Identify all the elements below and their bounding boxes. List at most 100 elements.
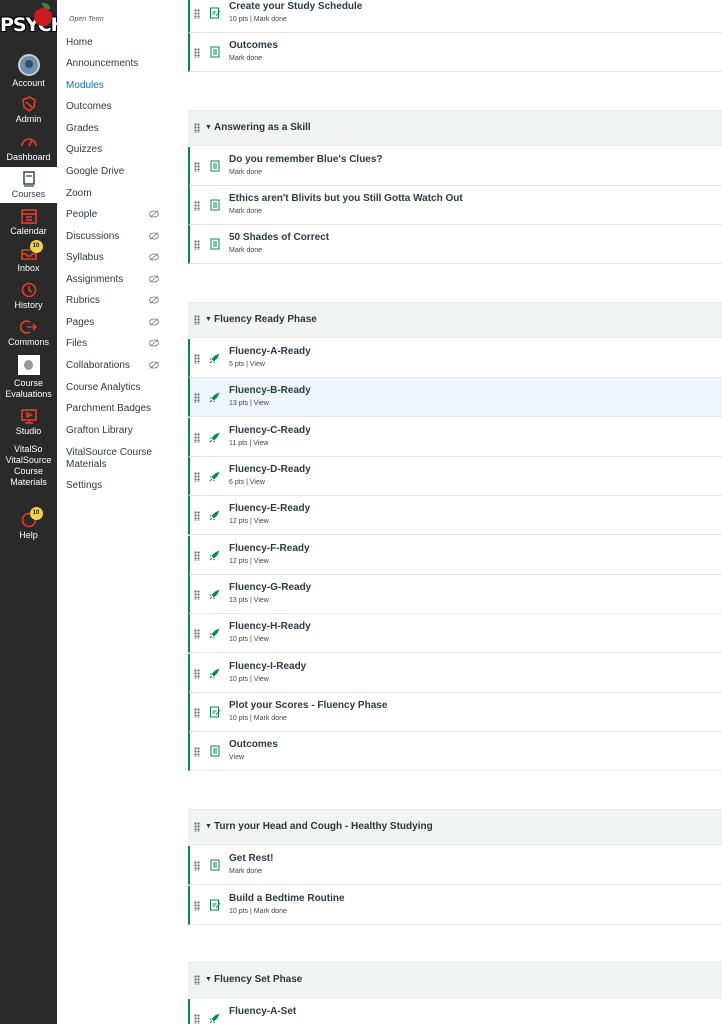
nav-dashboard[interactable]: Dashboard xyxy=(0,134,57,164)
course-nav-quizzes[interactable]: Quizzes xyxy=(66,144,166,156)
item-title[interactable]: Create your Study Schedule xyxy=(229,1,362,12)
course-nav-home[interactable]: Home xyxy=(66,37,166,49)
drag-handle-icon[interactable] xyxy=(194,511,200,521)
course-nav-google-drive[interactable]: Google Drive xyxy=(66,166,166,178)
drag-handle-icon[interactable] xyxy=(194,315,200,325)
drag-handle-icon[interactable] xyxy=(194,48,200,58)
drag-handle-icon[interactable] xyxy=(194,901,200,911)
module-item[interactable]: Create your Study Schedule 10 pts | Mark… xyxy=(188,0,722,33)
nav-courses[interactable]: Courses xyxy=(0,167,57,203)
course-nav-course-analytics[interactable]: Course Analytics xyxy=(66,382,166,394)
module-item[interactable]: Fluency-G-Ready 13 pts | View xyxy=(188,575,722,614)
module-item[interactable]: Outcomes View xyxy=(188,732,722,771)
collapse-caret-icon[interactable]: ▼ xyxy=(205,823,212,830)
drag-handle-icon[interactable] xyxy=(194,708,200,718)
course-nav-outcomes[interactable]: Outcomes xyxy=(66,101,166,113)
item-title[interactable]: Fluency-A-Ready xyxy=(229,346,311,357)
item-title[interactable]: Fluency-I-Ready xyxy=(229,661,306,672)
collapse-caret-icon[interactable]: ▼ xyxy=(205,976,212,983)
item-title[interactable]: Get Rest! xyxy=(229,853,273,864)
course-nav-modules[interactable]: Modules xyxy=(66,80,166,92)
module-header[interactable]: ▼ Fluency Ready Phase xyxy=(188,302,722,338)
drag-handle-icon[interactable] xyxy=(194,629,200,639)
module-header[interactable]: ▼ Turn your Head and Cough - Healthy Stu… xyxy=(188,809,722,845)
drag-handle-icon[interactable] xyxy=(194,162,200,172)
quiz-rocket-icon xyxy=(209,432,220,443)
module-item[interactable]: 50 Shades of Correct Mark done xyxy=(188,225,722,264)
eye-slash-icon xyxy=(149,339,159,347)
module-header[interactable]: ▼ Answering as a Skill xyxy=(188,110,722,146)
item-title[interactable]: Fluency-E-Ready xyxy=(229,503,310,514)
nav-commons[interactable]: Commons xyxy=(0,319,57,349)
drag-handle-icon[interactable] xyxy=(194,354,200,364)
module-item[interactable]: Fluency-F-Ready 12 pts | View xyxy=(188,536,722,575)
drag-handle-icon[interactable] xyxy=(194,9,200,19)
nav-admin[interactable]: Admin xyxy=(0,96,57,126)
nav-history[interactable]: History xyxy=(0,282,57,312)
drag-handle-icon[interactable] xyxy=(194,861,200,871)
item-title[interactable]: Do you remember Blue's Clues? xyxy=(229,154,383,165)
nav-calendar[interactable]: Calendar xyxy=(0,208,57,238)
drag-handle-icon[interactable] xyxy=(194,433,200,443)
module-item[interactable]: Fluency-E-Ready 12 pts | View xyxy=(188,496,722,535)
course-nav-parchment-badges[interactable]: Parchment Badges xyxy=(66,403,166,415)
item-title[interactable]: Outcomes xyxy=(229,40,278,51)
item-title[interactable]: Build a Bedtime Routine xyxy=(229,893,345,904)
course-nav-grafton-library[interactable]: Grafton Library xyxy=(66,425,166,437)
nav-course-evaluations[interactable]: Course Evaluations xyxy=(0,355,57,399)
module-item[interactable]: Do you remember Blue's Clues? Mark done xyxy=(188,147,722,186)
module-item[interactable]: Plot your Scores - Fluency Phase 10 pts … xyxy=(188,693,722,732)
course-nav-announcements[interactable]: Announcements xyxy=(66,58,166,70)
drag-handle-icon[interactable] xyxy=(194,393,200,403)
drag-handle-icon[interactable] xyxy=(194,590,200,600)
module-item[interactable]: Build a Bedtime Routine 10 pts | Mark do… xyxy=(188,886,722,925)
module-item[interactable]: Fluency-B-Ready 13 pts | View xyxy=(188,378,722,417)
drag-handle-icon[interactable] xyxy=(194,551,200,561)
item-title[interactable]: Fluency-F-Ready xyxy=(229,543,310,554)
item-title[interactable]: Fluency-G-Ready xyxy=(229,582,311,593)
module-item[interactable]: Outcomes Mark done xyxy=(188,33,722,72)
module-item[interactable]: Ethics aren't Blivits but you Still Gott… xyxy=(188,186,722,225)
nav-help-label: Help xyxy=(19,530,38,540)
eye-slash-icon xyxy=(149,232,159,240)
nav-studio[interactable]: Studio xyxy=(0,408,57,438)
item-title[interactable]: Ethics aren't Blivits but you Still Gott… xyxy=(229,193,463,204)
module-item[interactable]: Fluency-A-Set xyxy=(188,999,722,1024)
item-title[interactable]: Plot your Scores - Fluency Phase xyxy=(229,700,387,711)
drag-handle-icon[interactable] xyxy=(194,201,200,211)
item-meta: 10 pts | Mark done xyxy=(229,16,287,23)
module-item[interactable]: Fluency-H-Ready 10 pts | View xyxy=(188,614,722,653)
collapse-caret-icon[interactable]: ▼ xyxy=(205,316,212,323)
nav-vitalsource[interactable]: VitalSo VitalSource Course Materials xyxy=(0,444,57,504)
course-nav-zoom[interactable]: Zoom xyxy=(66,188,166,200)
collapse-caret-icon[interactable]: ▼ xyxy=(205,124,212,131)
item-title[interactable]: Fluency-B-Ready xyxy=(229,385,311,396)
drag-handle-icon[interactable] xyxy=(194,123,200,133)
module-item[interactable]: Get Rest! Mark done xyxy=(188,846,722,885)
module-item[interactable]: Fluency-D-Ready 6 pts | View xyxy=(188,457,722,496)
nav-inbox[interactable]: 10 Inbox xyxy=(0,240,57,275)
psych-logo[interactable]: PSYCH xyxy=(0,2,67,46)
module-item[interactable]: Fluency-I-Ready 10 pts | View xyxy=(188,654,722,693)
item-title[interactable]: Fluency-C-Ready xyxy=(229,425,311,436)
drag-handle-icon[interactable] xyxy=(194,1014,200,1024)
nav-help[interactable]: 10 Help xyxy=(0,507,57,542)
drag-handle-icon[interactable] xyxy=(194,472,200,482)
nav-account[interactable]: Account xyxy=(0,54,57,88)
item-title[interactable]: Fluency-D-Ready xyxy=(229,464,311,475)
drag-handle-icon[interactable] xyxy=(194,669,200,679)
drag-handle-icon[interactable] xyxy=(194,822,200,832)
module-item[interactable]: Fluency-A-Ready 5 pts | View xyxy=(188,339,722,378)
course-nav-settings[interactable]: Settings xyxy=(66,480,166,492)
course-nav-vitalsource[interactable]: VitalSource Course Materials xyxy=(66,447,166,471)
item-title[interactable]: Fluency-A-Set xyxy=(229,1006,296,1017)
drag-handle-icon[interactable] xyxy=(194,975,200,985)
module-header[interactable]: ▼ Fluency Set Phase xyxy=(188,962,722,998)
item-title[interactable]: Outcomes xyxy=(229,739,278,750)
item-title[interactable]: Fluency-H-Ready xyxy=(229,621,311,632)
drag-handle-icon[interactable] xyxy=(194,747,200,757)
drag-handle-icon[interactable] xyxy=(194,240,200,250)
item-title[interactable]: 50 Shades of Correct xyxy=(229,232,329,243)
module-item[interactable]: Fluency-C-Ready 11 pts | View xyxy=(188,418,722,457)
course-nav-grades[interactable]: Grades xyxy=(66,123,166,135)
